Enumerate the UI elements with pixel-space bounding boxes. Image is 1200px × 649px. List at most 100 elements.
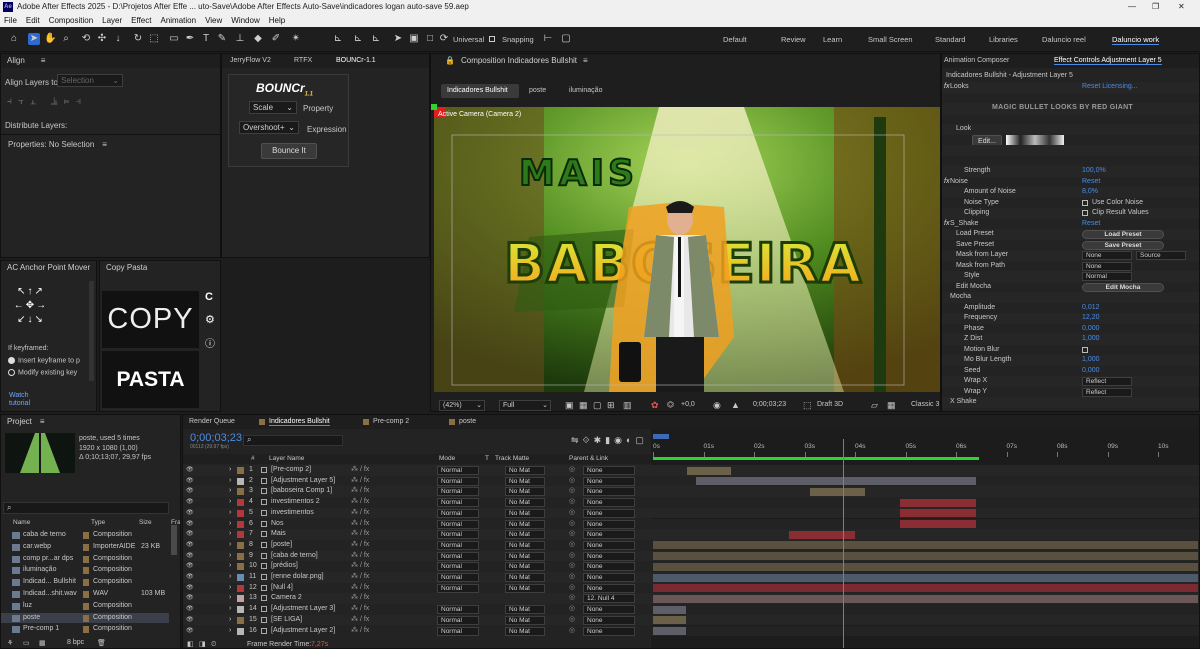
- layer-switches[interactable]: ⁂ / fx: [351, 508, 369, 519]
- layer-label-color[interactable]: [237, 531, 244, 539]
- effect-value[interactable]: Reset Licensing...: [1082, 82, 1138, 93]
- layer-name[interactable]: [Adjustment Layer 3]: [271, 604, 335, 615]
- layer-name[interactable]: [baboseira Comp 1]: [271, 486, 332, 497]
- view-axis-icon[interactable]: ⊾: [370, 33, 382, 45]
- view-options-icon[interactable]: ▦: [887, 400, 896, 411]
- workspace-default[interactable]: Default: [723, 35, 747, 44]
- effect-checkbox[interactable]: [1082, 210, 1088, 216]
- project-item[interactable]: Indicad... Bullshit Composition: [1, 577, 169, 588]
- layer-name[interactable]: [poste]: [271, 540, 292, 551]
- visibility-eye-icon[interactable]: 👁: [186, 540, 194, 551]
- layer-switches[interactable]: ⁂ / fx: [351, 519, 369, 530]
- layer-label-color[interactable]: [237, 467, 244, 474]
- layer-mode-dropdown[interactable]: Normal: [437, 551, 479, 561]
- layer-mode-dropdown[interactable]: Normal: [437, 519, 479, 529]
- layer-label-color[interactable]: [237, 584, 244, 592]
- snapping-checkbox[interactable]: [489, 34, 498, 43]
- track-matte-dropdown[interactable]: No Mat: [505, 508, 545, 518]
- breadcrumb-1[interactable]: poste: [523, 84, 559, 98]
- menu-view[interactable]: View: [205, 16, 222, 25]
- project-item[interactable]: comp pr...ar dps Composition: [1, 554, 169, 565]
- effect-value[interactable]: 1,000: [1082, 334, 1100, 345]
- effect-value[interactable]: Reset: [1082, 177, 1100, 188]
- effect-dropdown[interactable]: None: [1082, 261, 1132, 271]
- home-icon[interactable]: ⌂: [8, 33, 20, 45]
- project-col-type[interactable]: Type: [91, 519, 105, 526]
- layer-name[interactable]: Nos: [271, 519, 283, 530]
- expand-chevron-icon[interactable]: ›: [229, 551, 231, 562]
- menu-edit[interactable]: Edit: [26, 16, 40, 25]
- region-icon[interactable]: ▣: [565, 400, 574, 411]
- track-matte-dropdown[interactable]: No Mat: [505, 519, 545, 529]
- snap-options-icon[interactable]: ⊢: [542, 33, 554, 45]
- tab-bouncr-1-1[interactable]: BOUNCr-1.1: [336, 57, 376, 64]
- layer-mode-dropdown[interactable]: Normal: [437, 562, 479, 572]
- effect-value[interactable]: 8,0%: [1082, 187, 1098, 198]
- parent-dropdown[interactable]: 12. Null 4: [583, 594, 635, 604]
- project-item[interactable]: caba de terno Composition: [1, 530, 169, 541]
- pick-whip-icon[interactable]: ◎: [569, 604, 575, 615]
- parent-dropdown[interactable]: None: [583, 498, 635, 508]
- effect-checkbox[interactable]: [1082, 346, 1088, 353]
- pick-whip-icon[interactable]: ◎: [569, 476, 575, 487]
- visibility-eye-icon[interactable]: 👁: [186, 486, 194, 497]
- project-search-input[interactable]: ⌕: [3, 502, 169, 514]
- scale-dropdown[interactable]: Scale ⌄: [249, 101, 297, 114]
- pick-whip-icon[interactable]: ◎: [569, 540, 575, 551]
- minimize-button[interactable]: —: [1128, 0, 1136, 14]
- effect-button[interactable]: Save Preset: [1082, 240, 1164, 250]
- guides-icon[interactable]: ⊞: [607, 400, 615, 411]
- timeline-tab-1[interactable]: Indicadores Bullshit: [269, 418, 330, 426]
- layer-duration-bar[interactable]: [653, 605, 686, 614]
- layer-search-input[interactable]: ⌕: [243, 435, 343, 446]
- viewer-timecode[interactable]: 0;00;03;23: [753, 401, 786, 408]
- orbit-tool-icon[interactable]: ⟲: [80, 33, 92, 45]
- pick-whip-icon[interactable]: ◎: [569, 572, 575, 583]
- layer-name[interactable]: [Pre-comp 2]: [271, 465, 311, 476]
- track-matte-dropdown[interactable]: No Mat: [505, 551, 545, 561]
- tab-effect-controls[interactable]: Effect Controls Adjustment Layer 5: [1054, 57, 1162, 65]
- hand-tool-icon[interactable]: ✋: [44, 33, 56, 45]
- expand-chevron-icon[interactable]: ›: [229, 540, 231, 551]
- copy-button[interactable]: COPY: [102, 291, 199, 348]
- layer-name[interactable]: [SE LIGA]: [271, 615, 302, 626]
- layer-row[interactable]: 👁 › 4 investimentos 2 ⁂ / fx Normal No Mat ◎ Non…: [183, 497, 651, 508]
- pick-whip-icon[interactable]: ◎: [569, 615, 575, 626]
- layer-row[interactable]: 👁 › 12 [Null 4] ⁂ / fx Normal No Mat ◎ None: [183, 582, 651, 594]
- timeline-tab-2[interactable]: Pre-comp 2: [373, 418, 409, 425]
- layer-label-color[interactable]: [237, 499, 244, 507]
- col-matte[interactable]: Track Matte: [495, 454, 529, 464]
- fx-icon[interactable]: fx: [944, 82, 949, 93]
- draft-3d-label[interactable]: Draft 3D: [817, 401, 843, 408]
- layer-row[interactable]: 👁 › 2 [Adjustment Layer 5] ⁂ / fx Normal No Ma…: [183, 475, 651, 487]
- menu-file[interactable]: File: [4, 16, 17, 25]
- project-item[interactable]: iluminação Composition: [1, 565, 169, 576]
- layer-duration-bar[interactable]: [900, 498, 977, 507]
- layer-label-color[interactable]: [237, 595, 244, 603]
- layer-switches[interactable]: ⁂ / fx: [351, 626, 369, 637]
- layer-label-color[interactable]: [237, 574, 244, 581]
- layer-name[interactable]: [caba de terno]: [271, 551, 318, 562]
- menu-animation[interactable]: Animation: [160, 16, 196, 25]
- selection-tool-icon[interactable]: ➤: [28, 33, 40, 45]
- parent-dropdown[interactable]: None: [583, 562, 635, 572]
- timeline-tab-3[interactable]: poste: [459, 418, 476, 425]
- visibility-eye-icon[interactable]: 👁: [186, 561, 194, 572]
- zoom-tool-icon[interactable]: ⌕: [60, 33, 72, 45]
- layer-row[interactable]: 👁 › 6 Nos ⁂ / fx Normal No Mat ◎ None: [183, 518, 651, 530]
- expand-chevron-icon[interactable]: ›: [229, 615, 231, 626]
- layer-duration-bar[interactable]: [653, 562, 1199, 571]
- layer-mode-dropdown[interactable]: Normal: [437, 466, 479, 475]
- align-to-select[interactable]: Selection ⌄: [57, 74, 123, 87]
- layer-mode-dropdown[interactable]: Normal: [437, 626, 479, 636]
- menu-help[interactable]: Help: [269, 16, 285, 25]
- effect-value[interactable]: 0,000: [1082, 366, 1100, 377]
- region-handle[interactable]: [431, 104, 437, 110]
- track-matte-dropdown[interactable]: No Mat: [505, 476, 545, 486]
- new-comp-icon[interactable]: ▦: [39, 639, 46, 647]
- project-item[interactable]: car.webp ImporterAIDE 23 KB: [1, 542, 169, 553]
- layer-switches[interactable]: ⁂ / fx: [351, 540, 369, 551]
- visibility-eye-icon[interactable]: 👁: [186, 583, 194, 594]
- playhead[interactable]: [843, 439, 845, 648]
- layer-mode-dropdown[interactable]: Normal: [437, 487, 479, 497]
